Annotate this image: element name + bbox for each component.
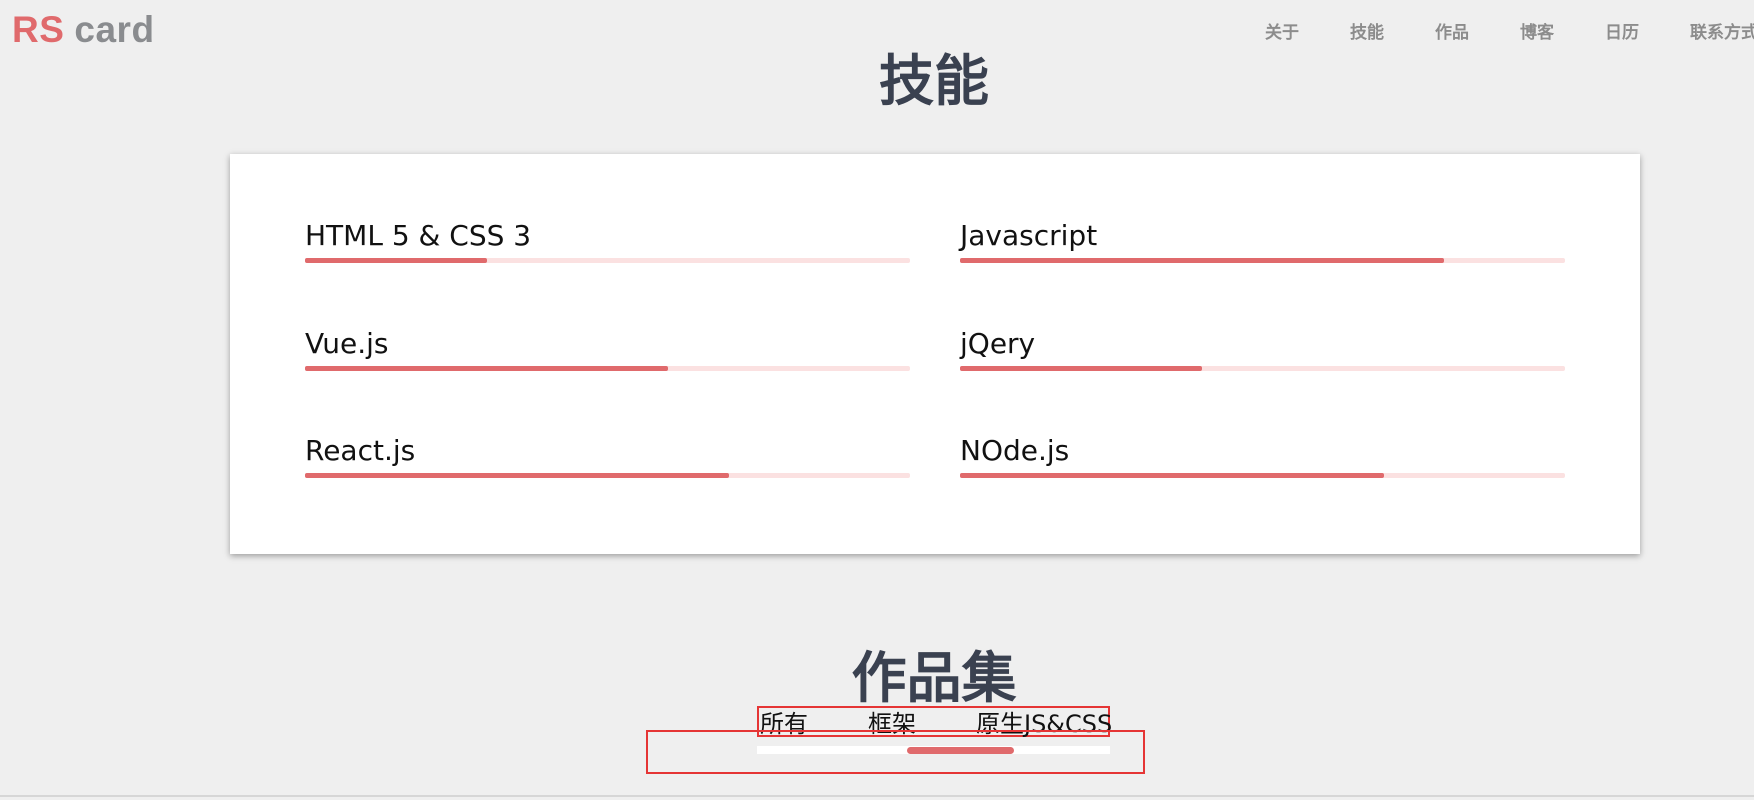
indicator-highlight-box bbox=[646, 730, 1145, 774]
skill-item: jQery bbox=[960, 326, 1565, 371]
logo-card: card bbox=[74, 9, 155, 50]
main-nav: 关于 技能 作品 博客 日历 联系方式 bbox=[1214, 20, 1754, 46]
works-title: 作品集 bbox=[851, 646, 1017, 710]
nav-item-skills[interactable]: 技能 bbox=[1350, 20, 1384, 46]
skill-item: NOde.js bbox=[960, 433, 1565, 478]
skill-progress-track bbox=[960, 366, 1565, 371]
skill-item: React.js bbox=[305, 433, 910, 478]
skills-card: HTML 5 & CSS 3 Javascript Vue.js jQery R… bbox=[230, 154, 1640, 554]
skill-name: HTML 5 & CSS 3 bbox=[305, 219, 532, 252]
skill-progress-fill bbox=[960, 473, 1384, 478]
skill-progress-track bbox=[305, 473, 910, 478]
nav-item-calendar[interactable]: 日历 bbox=[1605, 20, 1639, 46]
skill-item: Javascript bbox=[960, 218, 1565, 263]
nav-item-blog[interactable]: 博客 bbox=[1520, 20, 1554, 46]
nav-item-contact[interactable]: 联系方式 bbox=[1690, 20, 1754, 46]
skill-name: Vue.js bbox=[305, 327, 389, 360]
skill-name: jQery bbox=[960, 327, 1036, 360]
divider bbox=[0, 795, 1754, 797]
skill-progress-track bbox=[305, 258, 910, 263]
skill-progress-fill bbox=[960, 366, 1202, 371]
skills-title: 技能 bbox=[878, 49, 989, 113]
skill-item: HTML 5 & CSS 3 bbox=[305, 218, 910, 263]
skill-progress-fill bbox=[305, 473, 729, 478]
nav-item-about[interactable]: 关于 bbox=[1265, 20, 1299, 46]
nav-item-works[interactable]: 作品 bbox=[1435, 20, 1469, 46]
skill-progress-track bbox=[305, 366, 910, 371]
skill-name: React.js bbox=[305, 434, 416, 467]
skill-progress-track bbox=[960, 258, 1565, 263]
skill-progress-fill bbox=[305, 258, 487, 263]
skill-progress-track bbox=[960, 473, 1565, 478]
skill-progress-fill bbox=[305, 366, 668, 371]
skill-item: Vue.js bbox=[305, 326, 910, 371]
skill-name: NOde.js bbox=[960, 434, 1070, 467]
logo-rs: RS bbox=[12, 9, 65, 50]
page: RS card 关于 技能 作品 博客 日历 联系方式 技能 HTML 5 & C… bbox=[0, 0, 1754, 800]
skill-progress-fill bbox=[960, 258, 1444, 263]
skill-name: Javascript bbox=[960, 219, 1098, 252]
